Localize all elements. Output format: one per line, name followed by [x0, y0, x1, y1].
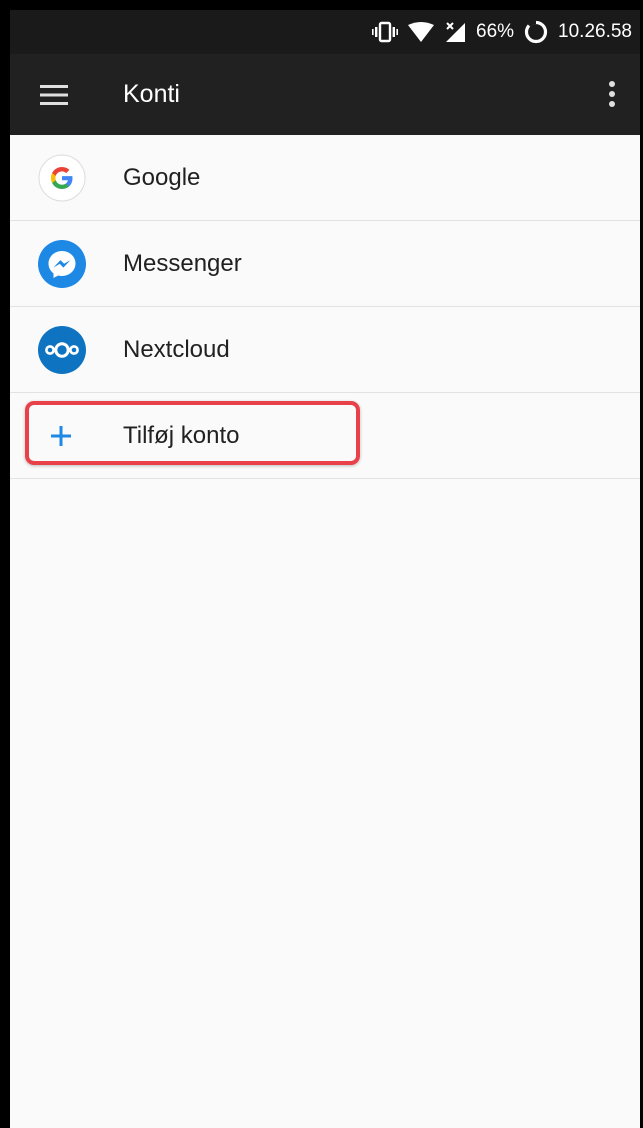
screen: 66% 10.26.58 Konti Google Messenger Next…: [10, 10, 640, 1128]
accounts-list: Google Messenger Nextcloud Tilføj konto: [10, 135, 640, 479]
more-vert-icon[interactable]: [602, 78, 622, 112]
google-icon: [37, 153, 87, 203]
account-row-messenger[interactable]: Messenger: [10, 221, 640, 307]
battery-text: 66%: [476, 21, 515, 42]
vibrate-icon: [372, 21, 398, 43]
account-label: Nextcloud: [123, 336, 230, 363]
device-frame: 66% 10.26.58 Konti Google Messenger Next…: [0, 0, 643, 1128]
highlight-box: [25, 401, 360, 465]
hamburger-menu-icon[interactable]: [38, 81, 72, 109]
account-row-google[interactable]: Google: [10, 135, 640, 221]
status-time: 10.26.58: [558, 21, 632, 42]
battery-icon: [524, 20, 548, 44]
signal-icon: [444, 21, 466, 43]
status-bar: 66% 10.26.58: [10, 10, 640, 54]
page-title: Konti: [123, 80, 180, 108]
app-toolbar: Konti: [10, 54, 640, 135]
nextcloud-icon: [37, 325, 87, 375]
wifi-icon: [408, 22, 434, 42]
status-icons: 66% 10.26.58: [372, 10, 632, 54]
messenger-icon: [37, 239, 87, 289]
add-account-row[interactable]: Tilføj konto: [10, 393, 640, 479]
account-label: Google: [123, 164, 201, 191]
account-row-nextcloud[interactable]: Nextcloud: [10, 307, 640, 393]
account-label: Messenger: [123, 250, 242, 277]
